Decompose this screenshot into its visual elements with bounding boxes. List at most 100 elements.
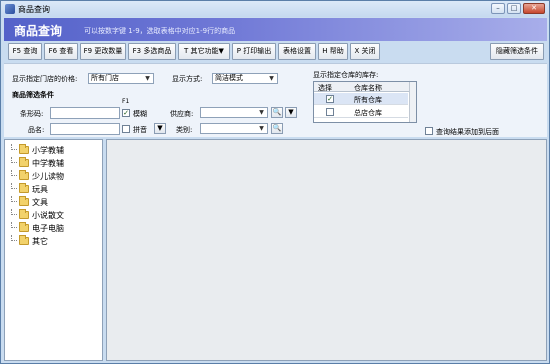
supplier-dropdown-button[interactable]: ▼: [285, 107, 297, 118]
tree-connector: [11, 144, 17, 150]
warehouse-name: 所有仓库: [354, 96, 382, 104]
app-icon: [5, 4, 15, 14]
other-functions-button[interactable]: T 其它功能▼: [178, 43, 230, 60]
close-button[interactable]: X 关闭: [350, 43, 380, 60]
tree-label: 少儿读物: [32, 171, 64, 181]
folder-icon: [19, 144, 29, 154]
folder-icon: [19, 209, 29, 219]
shortcut-hint: 可以按数字键 1-9，选取表格中对应1-9行的商品: [84, 27, 236, 35]
category-search-button[interactable]: 🔍: [271, 123, 283, 134]
multi-select-button[interactable]: F3 多选商品: [128, 43, 176, 60]
col-warehouse-name: 仓库名称: [354, 84, 382, 92]
tree-connector: [11, 170, 17, 176]
help-button[interactable]: H 帮助: [318, 43, 348, 60]
pinyin-dropdown-button[interactable]: ▼: [154, 123, 166, 134]
view-button[interactable]: F6 查看: [44, 43, 78, 60]
pinyin-checkbox[interactable]: [122, 125, 130, 133]
hide-filter-button[interactable]: 隐藏筛选条件: [490, 43, 544, 60]
warehouse-table: 选择 仓库名称 ✓ 所有仓库 总店仓库: [313, 81, 417, 123]
tree-label: 文具: [32, 197, 48, 207]
supplier-select[interactable]: ▼: [200, 107, 268, 118]
pinyin-label: 拼音: [133, 126, 147, 134]
tree-label: 小学教辅: [32, 145, 64, 155]
display-mode-select[interactable]: 简洁模式 ▼: [212, 73, 278, 84]
tree-connector: [11, 183, 17, 189]
folder-icon: [19, 157, 29, 167]
fuzzy-checkbox[interactable]: ✓: [122, 109, 130, 117]
display-mode-value: 简洁模式: [215, 74, 243, 82]
search-icon: 🔍: [272, 108, 282, 116]
barcode-input[interactable]: [50, 107, 120, 119]
warehouse-checkbox[interactable]: [326, 108, 334, 116]
search-icon: 🔍: [272, 124, 282, 132]
chevron-down-icon: ▼: [269, 75, 274, 82]
filter-title: 商品筛选条件: [12, 91, 54, 99]
warehouse-name: 总店仓库: [354, 109, 382, 117]
tree-connector: [11, 222, 17, 228]
window-title: 商品查询: [18, 5, 50, 14]
folder-icon: [19, 170, 29, 180]
price-store-select[interactable]: 所有门店 ▼: [88, 73, 154, 84]
maximize-icon[interactable]: □: [507, 3, 521, 14]
toolbar: F5 查询 F6 查看 F9 更改数量 F3 多选商品 T 其它功能▼ P 打印…: [4, 43, 547, 61]
category-select[interactable]: ▼: [200, 123, 268, 134]
tree-label: 中学教辅: [32, 158, 64, 168]
page-header: 商品查询 可以按数字键 1-9，选取表格中对应1-9行的商品: [4, 18, 547, 41]
tree-item[interactable]: 电子电脑: [11, 222, 64, 234]
tree-item[interactable]: 小说散文: [11, 209, 64, 221]
product-query-window: 商品查询 – □ ✕ 商品查询 可以按数字键 1-9，选取表格中对应1-9行的商…: [0, 0, 550, 364]
page-title: 商品查询: [14, 24, 63, 38]
filter-panel: 显示指定门店的价格: 所有门店 ▼ 显示方式: 简洁模式 ▼ 显示指定仓库的库存…: [4, 63, 547, 137]
minimize-icon[interactable]: –: [491, 3, 505, 14]
name-input[interactable]: [50, 123, 120, 135]
warehouse-label: 显示指定仓库的库存:: [313, 71, 379, 79]
chevron-down-icon: ▼: [259, 125, 264, 132]
price-store-value: 所有门店: [91, 74, 119, 82]
folder-icon: [19, 235, 29, 245]
supplier-label: 供应商:: [170, 110, 194, 118]
tree-connector: [11, 209, 17, 215]
tree-item[interactable]: 文具: [11, 196, 48, 208]
folder-icon: [19, 183, 29, 193]
chevron-down-icon: ▼: [145, 75, 150, 82]
table-settings-button[interactable]: 表格设置: [278, 43, 316, 60]
tree-item[interactable]: 小学教辅: [11, 144, 64, 156]
tree-label: 电子电脑: [32, 223, 64, 233]
category-tree: 小学教辅 中学教辅 少儿读物 玩具 文具 小说散文 电子电脑 其它: [4, 139, 103, 361]
barcode-label: 条形码:: [20, 110, 44, 118]
fuzzy-label: 模糊: [133, 110, 147, 118]
warehouse-table-header: 选择 仓库名称: [314, 82, 416, 92]
tree-connector: [11, 157, 17, 163]
warehouse-scrollbar[interactable]: [409, 82, 416, 122]
col-select: 选择: [318, 84, 332, 92]
tree-label: 玩具: [32, 184, 48, 194]
warehouse-checkbox[interactable]: ✓: [326, 95, 334, 103]
tree-item[interactable]: 玩具: [11, 183, 48, 195]
tree-item[interactable]: 中学教辅: [11, 157, 64, 169]
f1-label: F1: [122, 98, 130, 105]
category-label: 类别:: [176, 126, 193, 134]
tree-item[interactable]: 其它: [11, 235, 48, 247]
query-button[interactable]: F5 查询: [8, 43, 42, 60]
display-mode-label: 显示方式:: [172, 75, 203, 83]
folder-icon: [19, 196, 29, 206]
chevron-down-icon: ▼: [259, 109, 264, 116]
table-row[interactable]: 总店仓库: [314, 106, 408, 118]
results-grid[interactable]: [106, 139, 547, 361]
close-icon[interactable]: ✕: [523, 3, 545, 14]
tree-connector: [11, 196, 17, 202]
print-button[interactable]: P 打印输出: [232, 43, 276, 60]
name-label: 品名:: [28, 126, 45, 134]
supplier-search-button[interactable]: 🔍: [271, 107, 283, 118]
append-results-label: 查询结果添加到后面: [436, 128, 499, 136]
tree-connector: [11, 235, 17, 241]
table-row[interactable]: ✓ 所有仓库: [314, 93, 408, 105]
folder-icon: [19, 222, 29, 232]
tree-label: 其它: [32, 236, 48, 246]
tree-label: 小说散文: [32, 210, 64, 220]
append-results-checkbox[interactable]: [425, 127, 433, 135]
change-quantity-button[interactable]: F9 更改数量: [80, 43, 126, 60]
price-store-label: 显示指定门店的价格:: [12, 75, 78, 83]
tree-item[interactable]: 少儿读物: [11, 170, 64, 182]
title-bar: 商品查询 – □ ✕: [1, 1, 549, 17]
